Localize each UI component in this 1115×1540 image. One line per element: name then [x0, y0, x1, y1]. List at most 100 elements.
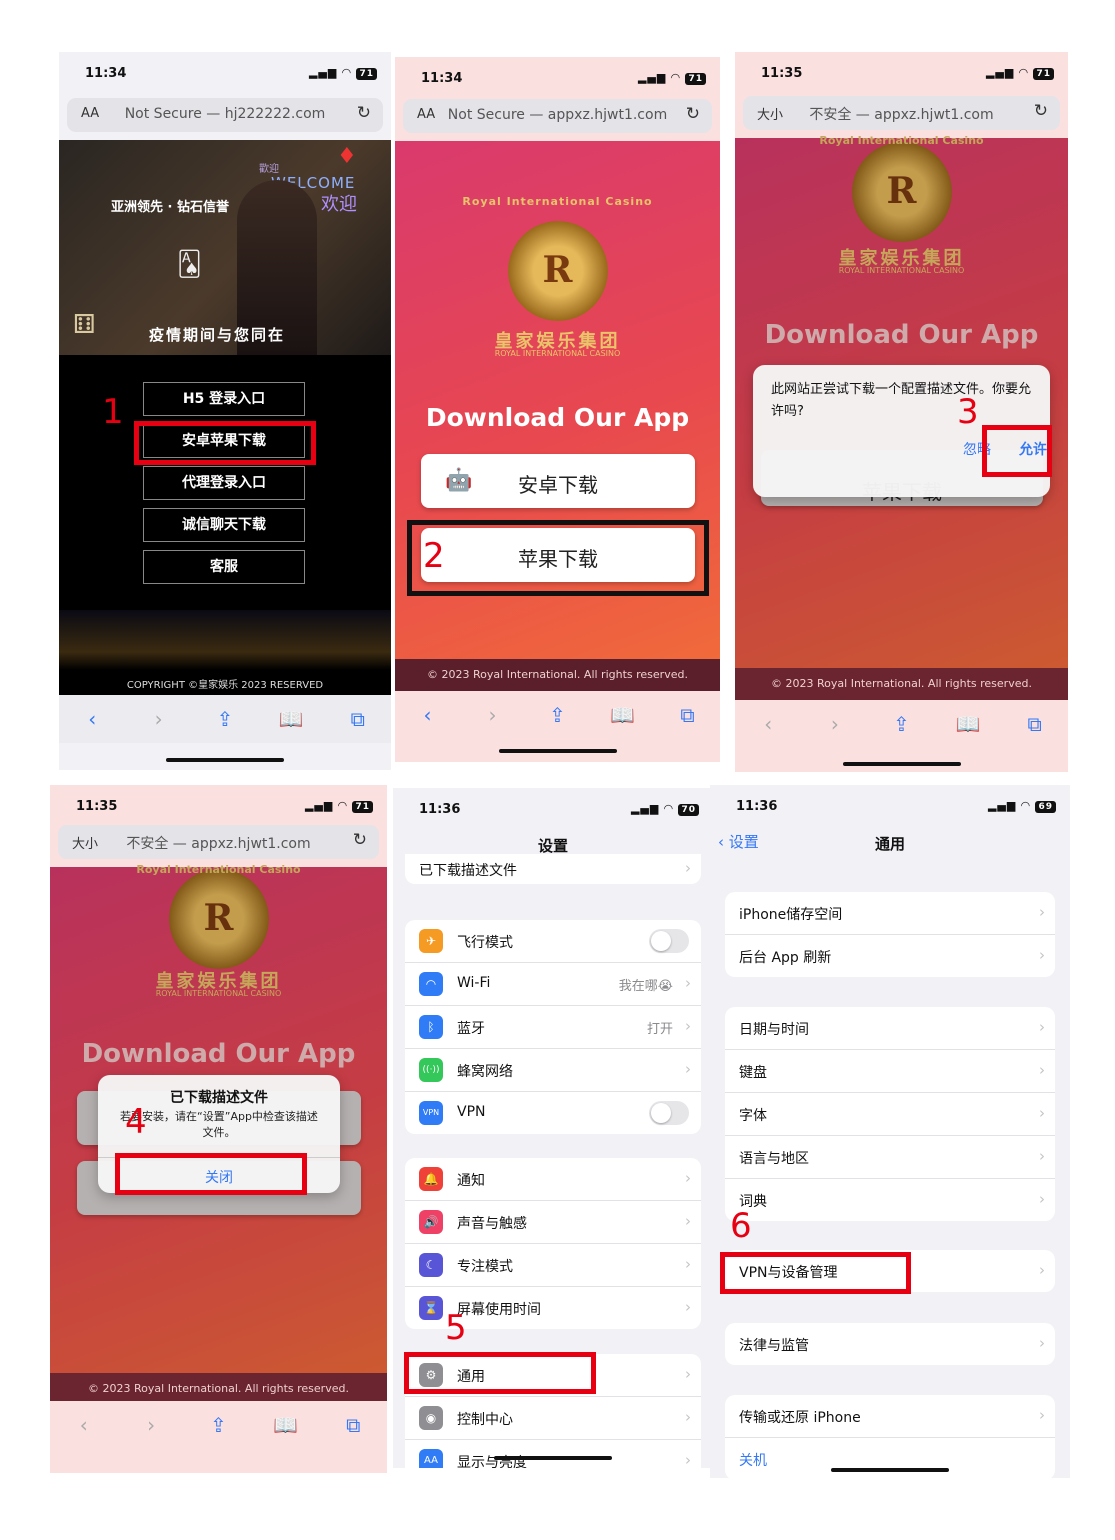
tagline: 疫情期间与您同在 [149, 326, 286, 344]
vpn-toggle[interactable] [649, 1101, 689, 1125]
forward-chevron-icon[interactable]: › [820, 712, 850, 736]
bookmarks-icon[interactable]: 📖 [953, 712, 983, 736]
tabs-icon[interactable]: ⧉ [338, 1413, 368, 1437]
share-icon[interactable]: ⇪ [210, 707, 240, 731]
row-iphone-storage[interactable]: iPhone储存空间 › [725, 892, 1055, 935]
downloaded-profile-row[interactable]: 已下载描述文件 › [405, 854, 701, 884]
bluetooth-icon: ᛒ [419, 1015, 443, 1039]
agent-login-button[interactable]: 代理登录入口 [143, 466, 305, 500]
reload-icon[interactable]: ↻ [686, 104, 700, 124]
address-bar[interactable]: 大小 不安全 — appxz.hjwt1.com ↻ [743, 96, 1060, 130]
forward-chevron-icon[interactable]: › [478, 703, 508, 727]
safari-toolbar: ‹ › ⇪ 📖 ⧉ [395, 691, 720, 739]
airplane-toggle[interactable] [649, 929, 689, 953]
tabs-icon[interactable]: ⧉ [673, 703, 703, 727]
status-bar: 11:34 ▂▄▆ ◠ 71 [59, 52, 391, 92]
row-keyboard[interactable]: 键盘 › [725, 1050, 1055, 1093]
connectivity-group: ✈ 飞行模式 ◠ Wi-Fi 我在哪😭 › ᛒ 蓝牙 打开 › ((·)) 蜂窝网络 › VPN V… [405, 920, 701, 1134]
settings-row-vpn[interactable]: VPN VPN [405, 1092, 701, 1134]
address-bar[interactable]: 大小 不安全 — appxz.hjwt1.com ↻ [58, 825, 379, 859]
signal-wifi-battery-icons: ▂▄▆ ◠ 69 [988, 799, 1056, 813]
status-bar: 11:35 ▂▄▆ ◠ 71 [735, 52, 1068, 92]
forward-chevron-icon[interactable]: › [144, 707, 174, 731]
tabs-icon[interactable]: ⧉ [1020, 712, 1050, 736]
back-chevron-icon[interactable]: ‹ [413, 703, 443, 727]
row-fonts[interactable]: 字体 › [725, 1093, 1055, 1136]
locale-group: 日期与时间 › 键盘 › 字体 › 语言与地区 › 词典 › [725, 1007, 1055, 1221]
step-number-5: 5 [445, 1308, 467, 1348]
royal-crest-logo: R [851, 142, 952, 242]
storage-group: iPhone储存空间 › 后台 App 刷新 › [725, 892, 1055, 977]
status-bar: 11:34 ▂▄▆ ◠ 71 [395, 57, 720, 97]
crest-arc-text: Royal International Casino [819, 134, 984, 147]
cards-icon: 🂡 [177, 250, 202, 278]
battery-icon: 69 [1035, 801, 1056, 813]
settings-row-airplane[interactable]: ✈ 飞行模式 [405, 920, 701, 963]
settings-row-notifications[interactable]: 🔔 通知 › [405, 1158, 701, 1201]
brand-slogan: 亚洲领先 · 钻石信誉 [111, 200, 229, 215]
chat-download-button[interactable]: 诚信聊天下载 [143, 508, 305, 542]
brand-english: ROYAL INTERNATIONAL CASINO [838, 266, 965, 275]
copyright-text: © 2023 Royal International. All rights r… [395, 659, 720, 691]
h5-login-button[interactable]: H5 登录入口 [143, 382, 305, 416]
status-time: 11:36 [736, 799, 778, 814]
row-shutdown[interactable]: 关机 [725, 1438, 1055, 1478]
vpn-icon: VPN [419, 1101, 443, 1125]
share-icon[interactable]: ⇪ [203, 1413, 233, 1437]
settings-row-focus[interactable]: ☾ 专注模式 › [405, 1244, 701, 1287]
bookmarks-icon[interactable]: 📖 [276, 707, 306, 731]
forward-chevron-icon[interactable]: › [136, 1413, 166, 1437]
highlight-box-step-6 [720, 1252, 911, 1294]
tabs-icon[interactable]: ⧉ [343, 707, 373, 731]
settings-row-bluetooth[interactable]: ᛒ 蓝牙 打开 › [405, 1006, 701, 1049]
general-title: 通用 [874, 835, 905, 853]
step-number-6: 6 [730, 1206, 752, 1246]
reload-icon[interactable]: ↻ [357, 103, 371, 123]
status-bar: 11:35 ▂▄▆ ◠ 71 [50, 785, 387, 825]
highlight-box-step-5 [404, 1352, 596, 1394]
notifications-icon: 🔔 [419, 1167, 443, 1191]
url-text: Not Secure — appxz.hjwt1.com [447, 107, 668, 123]
brand-english: ROYAL INTERNATIONAL CASINO [155, 989, 282, 998]
status-bar: 11:36 ▂▄▆ ◠ 70 [393, 788, 713, 828]
settings-row-cellular[interactable]: ((·)) 蜂窝网络 › [405, 1049, 701, 1092]
settings-row-control-center[interactable]: ◉ 控制中心 › [405, 1397, 701, 1440]
row-legal[interactable]: 法律与监管 › [725, 1323, 1055, 1365]
step-number-4: 4 [125, 1102, 147, 1142]
step-number-1: 1 [102, 392, 124, 432]
customer-service-button[interactable]: 客服 [143, 550, 305, 584]
battery-icon: 71 [685, 73, 706, 85]
row-transfer-reset[interactable]: 传输或还原 iPhone › [725, 1395, 1055, 1438]
row-language-region[interactable]: 语言与地区 › [725, 1136, 1055, 1179]
copyright-text: © 2023 Royal International. All rights r… [735, 668, 1068, 700]
highlight-box-step-2 [407, 520, 709, 596]
android-download-button[interactable]: 🤖 安卓下载 [421, 454, 695, 508]
settings-row-sounds[interactable]: 🔊 声音与触感 › [405, 1201, 701, 1244]
row-background-refresh[interactable]: 后台 App 刷新 › [725, 935, 1055, 977]
address-bar[interactable]: AA Not Secure — appxz.hjwt1.com ↻ [403, 99, 712, 133]
row-date-time[interactable]: 日期与时间 › [725, 1007, 1055, 1050]
reload-icon[interactable]: ↻ [353, 830, 367, 850]
copyright-text: COPYRIGHT ©皇家娱乐 2023 RESERVED [126, 680, 324, 691]
phone-screen-4: 11:35 ▂▄▆ ◠ 71 大小 不安全 — appxz.hjwt1.com … [50, 785, 387, 1473]
bookmarks-icon[interactable]: 📖 [608, 703, 638, 727]
back-chevron-icon[interactable]: ‹ [77, 707, 107, 731]
settings-row-wifi[interactable]: ◠ Wi-Fi 我在哪😭 › [405, 963, 701, 1006]
share-icon[interactable]: ⇪ [886, 712, 916, 736]
home-indicator [842, 762, 961, 766]
back-chevron-icon[interactable]: ‹ [69, 1413, 99, 1437]
phone-screen-6: 11:36 ▂▄▆ ◠ 69 ‹ 设置 通用 iPhone储存空间 › 后台 Ap… [710, 785, 1070, 1478]
row-dictionary[interactable]: 词典 › [725, 1179, 1055, 1221]
phone-screen-3: 11:35 ▂▄▆ ◠ 71 大小 不安全 — appxz.hjwt1.com … [735, 52, 1068, 772]
battery-icon: 70 [678, 804, 699, 816]
status-time: 11:35 [761, 66, 803, 81]
bookmarks-icon[interactable]: 📖 [271, 1413, 301, 1437]
address-bar[interactable]: AA Not Secure — hj222222.com ↻ [67, 98, 383, 132]
share-icon[interactable]: ⇪ [543, 703, 573, 727]
reload-icon[interactable]: ↻ [1034, 101, 1048, 121]
settings-row-display[interactable]: AA 显示与亮度 › [405, 1440, 701, 1468]
back-chevron-icon[interactable]: ‹ [753, 712, 783, 736]
status-time: 11:35 [76, 799, 118, 814]
downloaded-profile-group: 已下载描述文件 › [405, 854, 701, 884]
cellular-icon: ((·)) [419, 1058, 443, 1082]
